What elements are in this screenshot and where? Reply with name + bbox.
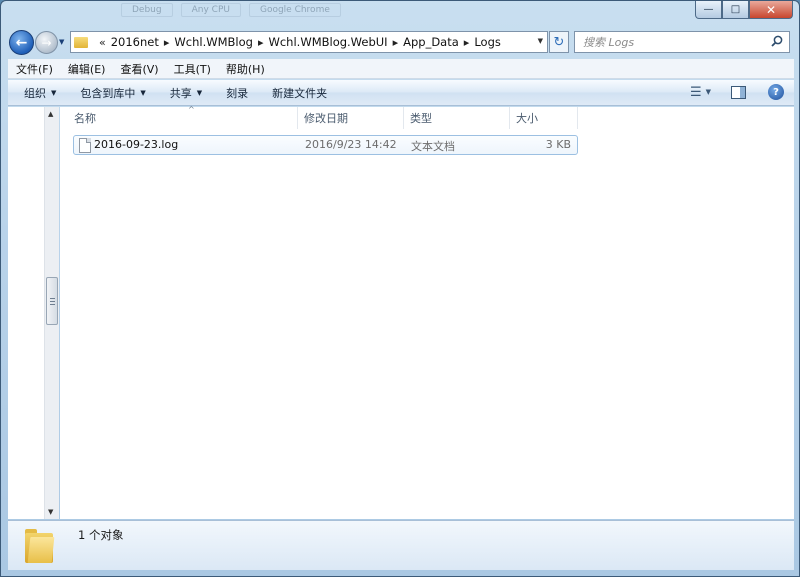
menu-view[interactable]: 查看(V) [120, 61, 158, 77]
navigation-pane-scrollbar[interactable]: ▲ ▼ [44, 107, 59, 519]
title-bar[interactable]: Debug Any CPU Google Chrome — □ ✕ [1, 1, 799, 25]
explorer-window: Debug Any CPU Google Chrome — □ ✕ ← → ▼ … [0, 0, 800, 577]
burn-button[interactable]: 刻录 [226, 85, 248, 101]
breadcrumb-item[interactable]: Wchl.WMBlog.WebUI [268, 35, 387, 49]
menu-help[interactable]: 帮助(H) [226, 61, 265, 77]
back-arrow-icon: ← [15, 34, 28, 51]
item-count: 1 个对象 [78, 528, 124, 542]
search-box[interactable] [574, 31, 790, 53]
file-date: 2016/9/23 14:42 [305, 138, 397, 151]
scroll-up-icon[interactable]: ▲ [48, 110, 53, 118]
address-dropdown-icon[interactable]: ▼ [538, 37, 543, 45]
search-icon[interactable] [771, 35, 783, 47]
grip-line [50, 304, 55, 305]
forward-arrow-icon: → [41, 35, 52, 50]
command-bar: 组织 ▼ 包含到库中 ▼ 共享 ▼ 刻录 新建文件夹 ☰ ▼ ? [8, 80, 794, 106]
preview-pane-icon[interactable] [731, 85, 746, 99]
close-button[interactable]: ✕ [749, 1, 793, 19]
search-input[interactable] [583, 35, 771, 49]
breadcrumb-item[interactable]: Logs [474, 35, 501, 49]
column-header-type[interactable]: 类型 [404, 107, 510, 129]
breadcrumb-item[interactable]: Wchl.WMBlog [174, 35, 253, 49]
grip-line [50, 298, 55, 299]
background-tab: Google Chrome [248, 3, 341, 17]
folder-icon [25, 529, 55, 563]
help-icon[interactable]: ? [768, 84, 784, 100]
refresh-button[interactable]: ↻ [549, 31, 569, 53]
text-file-icon [79, 138, 91, 153]
share-button[interactable]: 共享 ▼ [170, 85, 202, 101]
file-list[interactable]: 名称 ^ 修改日期 类型 大小 2016-09-23.log 2016/9/23… [60, 105, 794, 519]
breadcrumb-overflow-icon[interactable]: « [99, 36, 106, 49]
background-tab: Debug [121, 3, 173, 17]
maximize-button[interactable]: □ [722, 1, 749, 19]
include-in-library-label: 包含到库中 [80, 86, 136, 100]
share-label: 共享 [169, 86, 192, 100]
file-name: 2016-09-23.log [94, 138, 179, 151]
refresh-icon: ↻ [553, 34, 565, 50]
breadcrumb-separator-icon[interactable]: ▸ [464, 36, 470, 49]
views-dropdown-icon[interactable]: ▼ [706, 88, 711, 96]
burn-label: 刻录 [226, 86, 249, 100]
organize-button[interactable]: 组织 ▼ [24, 85, 56, 101]
views-icon[interactable]: ☰ [690, 85, 702, 100]
address-bar[interactable]: « 2016net ▸ Wchl.WMBlog ▸ Wchl.WMBlog.We… [70, 31, 548, 53]
menu-bar: 文件(F) 编辑(E) 查看(V) 工具(T) 帮助(H) [8, 59, 794, 79]
breadcrumb-separator-icon[interactable]: ▸ [164, 36, 170, 49]
sort-ascending-icon: ^ [188, 105, 195, 114]
forward-button[interactable]: → [35, 31, 58, 54]
column-size-label: 大小 [516, 112, 538, 125]
background-tabs: Debug Any CPU Google Chrome [121, 3, 341, 17]
dropdown-arrow-icon: ▼ [51, 88, 57, 97]
scroll-down-icon[interactable]: ▼ [48, 508, 53, 516]
column-header-row: 名称 ^ 修改日期 类型 大小 [60, 105, 794, 129]
column-date-label: 修改日期 [304, 112, 348, 125]
grip-line [50, 301, 55, 302]
folder-icon [74, 36, 88, 48]
dropdown-arrow-icon: ▼ [140, 88, 146, 97]
breadcrumb-separator-icon[interactable]: ▸ [258, 36, 264, 49]
new-folder-button[interactable]: 新建文件夹 [272, 85, 327, 101]
back-button[interactable]: ← [9, 30, 34, 55]
menu-file[interactable]: 文件(F) [16, 61, 53, 77]
breadcrumb-item[interactable]: 2016net [111, 35, 159, 49]
column-header-name[interactable]: 名称 ^ [68, 105, 298, 129]
menu-edit[interactable]: 编辑(E) [68, 61, 106, 77]
file-type: 文本文档 [411, 140, 455, 153]
background-tab: Any CPU [180, 3, 241, 17]
details-pane: 1 个对象 [8, 520, 794, 570]
include-in-library-button[interactable]: 包含到库中 ▼ [80, 85, 145, 101]
minimize-button[interactable]: — [695, 1, 722, 19]
new-folder-label: 新建文件夹 [272, 86, 328, 100]
history-dropdown-icon[interactable]: ▼ [59, 38, 64, 46]
column-type-label: 类型 [410, 112, 432, 125]
column-header-size[interactable]: 大小 [510, 107, 578, 129]
breadcrumb-item[interactable]: App_Data [403, 35, 459, 49]
navigation-bar: ← → ▼ « 2016net ▸ Wchl.WMBlog ▸ Wchl.WMB… [1, 27, 799, 57]
folder-front [27, 537, 55, 563]
menu-tools[interactable]: 工具(T) [174, 61, 211, 77]
navigation-pane[interactable]: ▲ ▼ [8, 107, 59, 519]
breadcrumb-separator-icon[interactable]: ▸ [393, 36, 399, 49]
file-row[interactable]: 2016-09-23.log 2016/9/23 14:42 文本文档 3 KB [73, 135, 578, 155]
organize-label: 组织 [24, 86, 46, 100]
scroll-thumb[interactable] [46, 277, 58, 325]
file-size: 3 KB [545, 138, 571, 151]
column-header-date[interactable]: 修改日期 [298, 107, 404, 129]
caption-buttons: — □ ✕ [695, 1, 793, 19]
column-name-label: 名称 [74, 112, 96, 125]
dropdown-arrow-icon: ▼ [196, 88, 203, 97]
view-controls: ☰ ▼ ? [690, 84, 784, 100]
